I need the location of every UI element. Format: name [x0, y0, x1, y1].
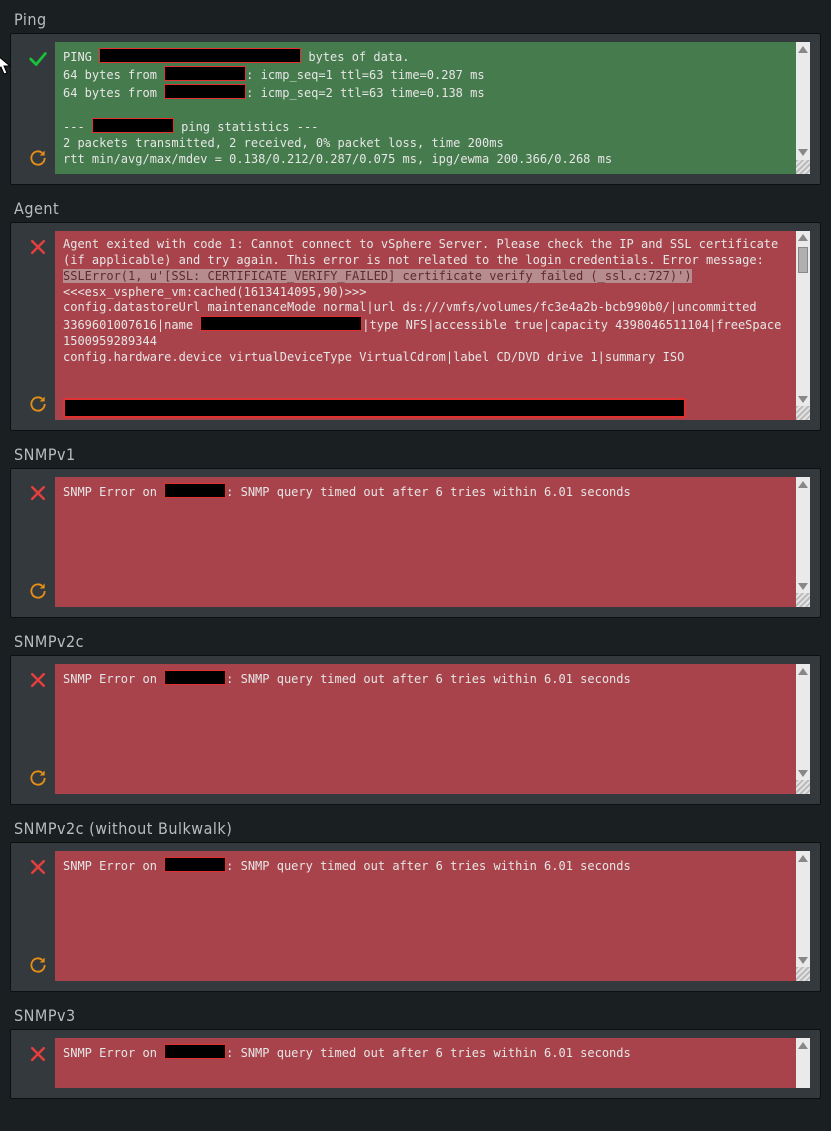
reload-icon[interactable] — [28, 394, 48, 414]
ping-output[interactable]: PING bytes of data. 64 bytes from : icmp… — [55, 42, 796, 174]
snmp-prefix: SNMP Error on — [63, 672, 164, 686]
snmpv1-panel: SNMP Error on : SNMP query timed out aft… — [10, 468, 821, 618]
resize-grip-icon[interactable] — [796, 406, 810, 420]
agent-err-line: Agent exited with code 1: Cannot connect… — [63, 237, 785, 267]
cross-icon — [28, 1044, 48, 1064]
scrollbar[interactable] — [796, 477, 810, 607]
snmpv3-title: SNMPv3 — [14, 1006, 831, 1025]
agent-output[interactable]: Agent exited with code 1: Cannot connect… — [55, 231, 796, 421]
scroll-up-icon[interactable] — [796, 664, 810, 678]
agent-cache-line: <<<esx_vsphere_vm:cached(1613414095,90)>… — [63, 285, 366, 299]
snmpv2c-nobulk-icon-column — [21, 851, 55, 981]
cross-icon — [28, 483, 48, 503]
ping-title: Ping — [14, 10, 831, 29]
scroll-up-icon[interactable] — [796, 231, 810, 245]
snmpv2c-panel: SNMP Error on : SNMP query timed out aft… — [10, 655, 821, 805]
ping-panel: PING bytes of data. 64 bytes from : icmp… — [10, 33, 821, 185]
snmp-suffix: : SNMP query timed out after 6 tries wit… — [226, 485, 631, 499]
redacted-host — [92, 118, 174, 133]
redacted-host — [164, 670, 226, 685]
reload-icon[interactable] — [28, 581, 48, 601]
scroll-track[interactable] — [796, 865, 810, 953]
snmp-prefix: SNMP Error on — [63, 859, 164, 873]
redacted-host — [164, 857, 226, 872]
snmpv2c-title: SNMPv2c — [14, 632, 831, 651]
scroll-up-icon[interactable] — [796, 42, 810, 56]
scrollbar[interactable] — [796, 231, 810, 421]
redacted-ip — [164, 66, 246, 81]
check-icon — [27, 48, 49, 70]
agent-title: Agent — [14, 199, 831, 218]
redacted-ip — [164, 84, 246, 99]
ping-icon-column — [21, 42, 55, 174]
scrollbar[interactable] — [796, 1038, 810, 1088]
snmp-prefix: SNMP Error on — [63, 1046, 164, 1060]
resize-grip-icon[interactable] — [796, 160, 810, 174]
snmp-prefix: SNMP Error on — [63, 485, 164, 499]
scroll-track[interactable] — [796, 678, 810, 766]
scroll-down-icon[interactable] — [796, 579, 810, 593]
scroll-up-icon[interactable] — [796, 477, 810, 491]
cross-icon — [28, 670, 48, 690]
scrollbar[interactable] — [796, 42, 810, 174]
snmp-suffix: : SNMP query timed out after 6 tries wit… — [226, 672, 631, 686]
agent-icon-column — [21, 231, 55, 421]
snmpv2c-icon-column — [21, 664, 55, 794]
scrollbar[interactable] — [796, 664, 810, 794]
redacted-host — [99, 48, 301, 63]
snmpv1-title: SNMPv1 — [14, 445, 831, 464]
ping-stats-prefix: --- — [63, 120, 92, 134]
snmpv3-panel: SNMP Error on : SNMP query timed out aft… — [10, 1029, 821, 1099]
scroll-down-icon[interactable] — [796, 766, 810, 780]
snmpv1-output[interactable]: SNMP Error on : SNMP query timed out aft… — [55, 477, 796, 607]
redacted-host — [164, 1044, 226, 1059]
scroll-down-icon[interactable] — [796, 392, 810, 406]
scroll-track[interactable] — [796, 491, 810, 579]
ping-line1-prefix: PING — [63, 50, 99, 64]
scroll-up-icon[interactable] — [796, 1038, 810, 1052]
redacted-host — [164, 483, 226, 498]
scroll-track[interactable] — [796, 56, 810, 146]
scroll-track[interactable] — [796, 1052, 810, 1088]
cross-icon — [28, 857, 48, 877]
ping-stats-suffix: ping statistics --- — [174, 120, 319, 134]
snmpv3-output[interactable]: SNMP Error on : SNMP query timed out aft… — [55, 1038, 796, 1088]
ping-line1-suffix: bytes of data. — [301, 50, 409, 64]
diagnostics-page: Ping PING bytes of data. 64 bytes from :… — [0, 0, 831, 1099]
reload-icon[interactable] — [28, 148, 48, 168]
reload-icon[interactable] — [28, 955, 48, 975]
snmp-suffix: : SNMP query timed out after 6 tries wit… — [226, 859, 631, 873]
ping-bytes2-prefix: 64 bytes from — [63, 86, 164, 100]
agent-hw-line: config.hardware.device virtualDeviceType… — [63, 350, 684, 364]
resize-grip-icon[interactable] — [796, 967, 810, 981]
scroll-up-icon[interactable] — [796, 851, 810, 865]
ping-bytes1-prefix: 64 bytes from — [63, 68, 164, 82]
scrollbar[interactable] — [796, 851, 810, 981]
redacted-name — [200, 316, 362, 331]
resize-grip-icon[interactable] — [796, 780, 810, 794]
scroll-thumb[interactable] — [798, 247, 808, 273]
reload-icon[interactable] — [28, 768, 48, 788]
scroll-down-icon[interactable] — [796, 146, 810, 160]
snmp-suffix: : SNMP query timed out after 6 tries wit… — [226, 1046, 631, 1060]
agent-panel: Agent exited with code 1: Cannot connect… — [10, 222, 821, 432]
scroll-track[interactable] — [796, 245, 810, 393]
snmpv3-icon-column — [21, 1038, 55, 1088]
scroll-down-icon[interactable] — [796, 953, 810, 967]
resize-grip-icon[interactable] — [796, 593, 810, 607]
cross-icon — [28, 237, 48, 257]
snmpv2c-nobulk-output[interactable]: SNMP Error on : SNMP query timed out aft… — [55, 851, 796, 981]
snmpv1-icon-column — [21, 477, 55, 607]
redacted-block — [63, 398, 686, 418]
ping-summary2: rtt min/avg/max/mdev = 0.138/0.212/0.287… — [63, 152, 612, 166]
snmpv2c-nobulk-title: SNMPv2c (without Bulkwalk) — [14, 819, 831, 838]
ping-bytes1-suffix: : icmp_seq=1 ttl=63 time=0.287 ms — [246, 68, 484, 82]
agent-ssl-error: SSLError(1, u'[SSL: CERTIFICATE_VERIFY_F… — [63, 269, 692, 283]
ping-bytes2-suffix: : icmp_seq=2 ttl=63 time=0.138 ms — [246, 86, 484, 100]
ping-summary1: 2 packets transmitted, 2 received, 0% pa… — [63, 136, 504, 150]
snmpv2c-output[interactable]: SNMP Error on : SNMP query timed out aft… — [55, 664, 796, 794]
snmpv2c-nobulk-panel: SNMP Error on : SNMP query timed out aft… — [10, 842, 821, 992]
